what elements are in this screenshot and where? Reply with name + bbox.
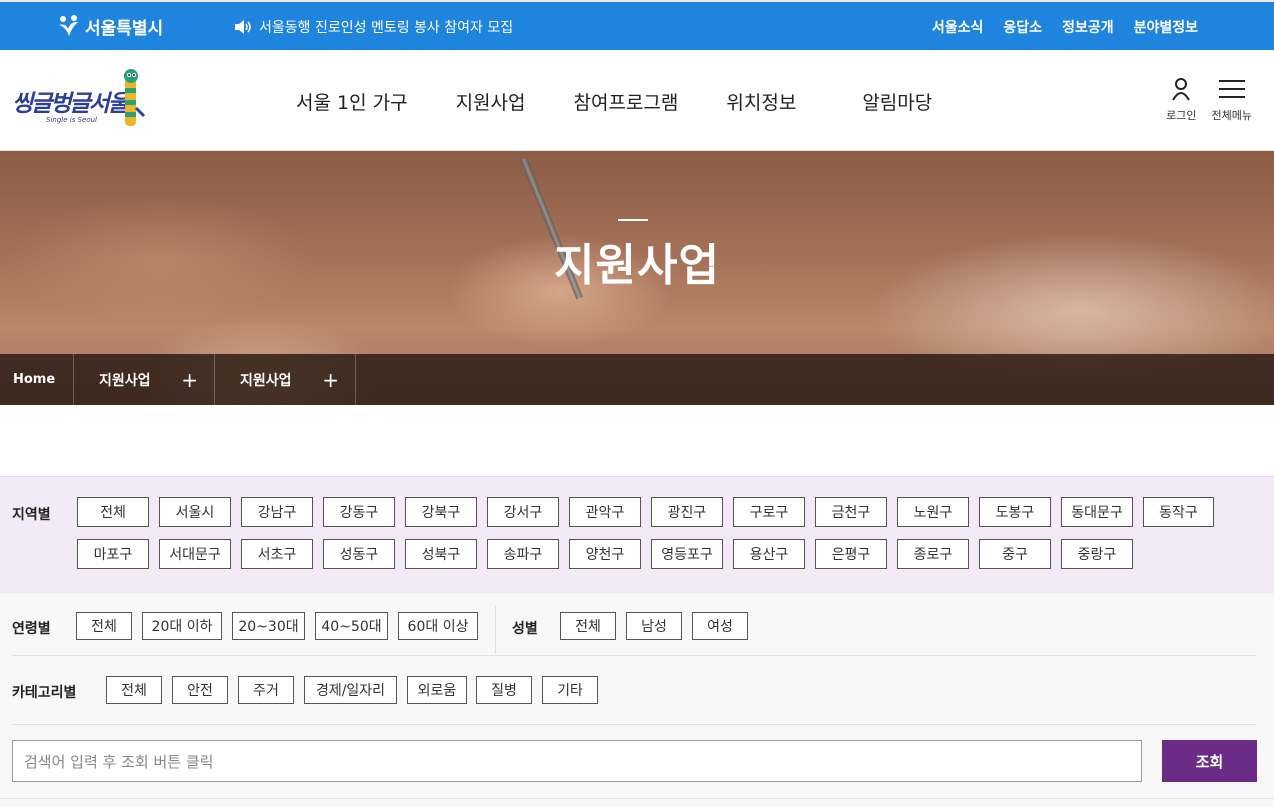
category-chip[interactable]: 경제/일자리 [304, 676, 397, 704]
region-chip[interactable]: 성북구 [405, 539, 477, 569]
all-menu-label: 전체메뉴 [1211, 109, 1252, 122]
plus-icon: + [181, 367, 198, 392]
region-chip[interactable]: 관악구 [569, 497, 641, 527]
category-filter-label: 카테고리별 [12, 685, 77, 701]
gender-chip[interactable]: 전체 [560, 612, 616, 640]
region-chip[interactable]: 강남구 [241, 497, 313, 527]
region-chip[interactable]: 서초구 [241, 539, 313, 569]
speaker-icon [235, 20, 251, 34]
region-chip[interactable]: 노원구 [897, 497, 969, 527]
region-chip[interactable]: 전체 [77, 497, 149, 527]
region-chip[interactable]: 용산구 [733, 539, 805, 569]
link-field-info[interactable]: 분야별정보 [1134, 17, 1198, 37]
search-button[interactable]: 조회 [1162, 740, 1257, 782]
link-seoul-news[interactable]: 서울소식 [932, 17, 984, 37]
all-menu-button[interactable]: 전체메뉴 [1212, 77, 1252, 123]
region-chip[interactable]: 도봉구 [979, 497, 1051, 527]
region-chip[interactable]: 동작구 [1143, 497, 1214, 527]
divider-line [12, 655, 1256, 656]
age-chip[interactable]: 20대 이하 [142, 612, 222, 640]
page-title: 지원사업 [554, 240, 720, 291]
bottom-divider [0, 798, 1274, 799]
region-chip[interactable]: 금천구 [815, 497, 887, 527]
gender-chip[interactable]: 여성 [692, 612, 748, 640]
age-filter-label: 연령별 [12, 621, 51, 637]
region-chip[interactable]: 강서구 [487, 497, 559, 527]
region-chip[interactable]: 광진구 [651, 497, 723, 527]
nav-notice[interactable]: 알림마당 [862, 88, 932, 115]
notice-text: 서울동행 진로인성 멘토링 봉사 참여자 모집 [259, 20, 514, 36]
age-chip[interactable]: 60대 이상 [398, 612, 478, 640]
category-chip[interactable]: 안전 [172, 676, 228, 704]
nav-location[interactable]: 위치정보 [726, 88, 796, 115]
age-chip[interactable]: 전체 [76, 612, 132, 640]
top-bar: 서울특별시 서울동행 진로인성 멘토링 봉사 참여자 모집 서울소식 응답소 정… [0, 0, 1274, 50]
link-eungdapso[interactable]: 응답소 [1003, 17, 1042, 37]
nav-support-projects[interactable]: 지원사업 [456, 88, 526, 115]
region-chip[interactable]: 서울시 [159, 497, 231, 527]
login-button[interactable]: 로그인 [1166, 77, 1197, 123]
region-filter-panel [0, 476, 1274, 593]
mascot-icon [124, 69, 146, 126]
gender-filter-label: 성별 [512, 621, 538, 637]
search-input[interactable]: 검색어 입력 후 조회 버튼 클릭 [12, 740, 1142, 782]
breadcrumb-level2-dropdown[interactable]: 지원사업 + [215, 354, 356, 405]
brand-logo[interactable]: 씽글벙글서울 Single is Seoul [10, 68, 146, 132]
region-chip[interactable]: 중랑구 [1061, 539, 1133, 569]
site-header: 씽글벙글서울 Single is Seoul 서울 1인 가구 지원사업 참여프… [0, 50, 1274, 151]
nav-programs[interactable]: 참여프로그램 [574, 88, 679, 115]
seoul-symbol-icon [59, 15, 78, 36]
seoul-logo-text: 서울특별시 [85, 18, 164, 39]
region-chip[interactable]: 은평구 [815, 539, 887, 569]
plus-icon: + [322, 367, 339, 392]
breadcrumb-level1-dropdown[interactable]: 지원사업 + [74, 354, 215, 405]
breadcrumb-home[interactable]: Home [0, 354, 74, 405]
category-chip[interactable]: 기타 [542, 676, 598, 704]
region-chip[interactable]: 양천구 [569, 539, 641, 569]
utility-menu: 로그인 전체메뉴 [1166, 77, 1252, 123]
hamburger-icon [1218, 80, 1245, 98]
region-chip[interactable]: 서대문구 [159, 539, 231, 569]
seoul-city-logo[interactable]: 서울특별시 [56, 13, 163, 39]
region-chip[interactable]: 송파구 [487, 539, 559, 569]
user-icon [1172, 78, 1191, 101]
breadcrumb: Home 지원사업 + 지원사업 + [0, 354, 1274, 405]
age-chip[interactable]: 20~30대 [232, 612, 305, 640]
breadcrumb-level1-label: 지원사업 [99, 372, 151, 389]
divider-line [12, 724, 1256, 725]
brand-name: 씽글벙글서울 [12, 91, 129, 117]
notice-ticker[interactable]: 서울동행 진로인성 멘토링 봉사 참여자 모집 [234, 17, 513, 37]
nav-single-household[interactable]: 서울 1인 가구 [296, 88, 408, 115]
login-label: 로그인 [1166, 109, 1197, 122]
category-chip[interactable]: 외로움 [407, 676, 467, 704]
hero-banner: 지원사업 Home 지원사업 + 지원사업 + [0, 151, 1274, 405]
region-chip[interactable]: 강북구 [405, 497, 477, 527]
region-filter-label: 지역별 [12, 507, 51, 523]
category-chip[interactable]: 전체 [106, 676, 162, 704]
link-open-info[interactable]: 정보공개 [1062, 17, 1114, 37]
region-chip[interactable]: 마포구 [77, 539, 149, 569]
region-chip[interactable]: 종로구 [897, 539, 969, 569]
region-chip[interactable]: 동대문구 [1061, 497, 1133, 527]
hero-title-line [618, 219, 648, 221]
region-chip[interactable]: 성동구 [323, 539, 395, 569]
main-navigation: 서울 1인 가구 지원사업 참여프로그램 위치정보 알림마당 [296, 88, 932, 115]
region-chip[interactable]: 강동구 [323, 497, 395, 527]
filter-divider [495, 606, 496, 654]
brand-subtitle: Single is Seoul [46, 116, 97, 124]
breadcrumb-level2-label: 지원사업 [240, 372, 292, 389]
region-chip[interactable]: 영등포구 [651, 539, 723, 569]
region-chip[interactable]: 구로구 [733, 497, 805, 527]
top-links: 서울소식 응답소 정보공개 분야별정보 [932, 17, 1198, 37]
age-chip[interactable]: 40~50대 [315, 612, 388, 640]
region-chip[interactable]: 중구 [979, 539, 1051, 569]
category-chip[interactable]: 주거 [238, 676, 294, 704]
gender-chip[interactable]: 남성 [626, 612, 682, 640]
category-chip[interactable]: 질병 [476, 676, 532, 704]
